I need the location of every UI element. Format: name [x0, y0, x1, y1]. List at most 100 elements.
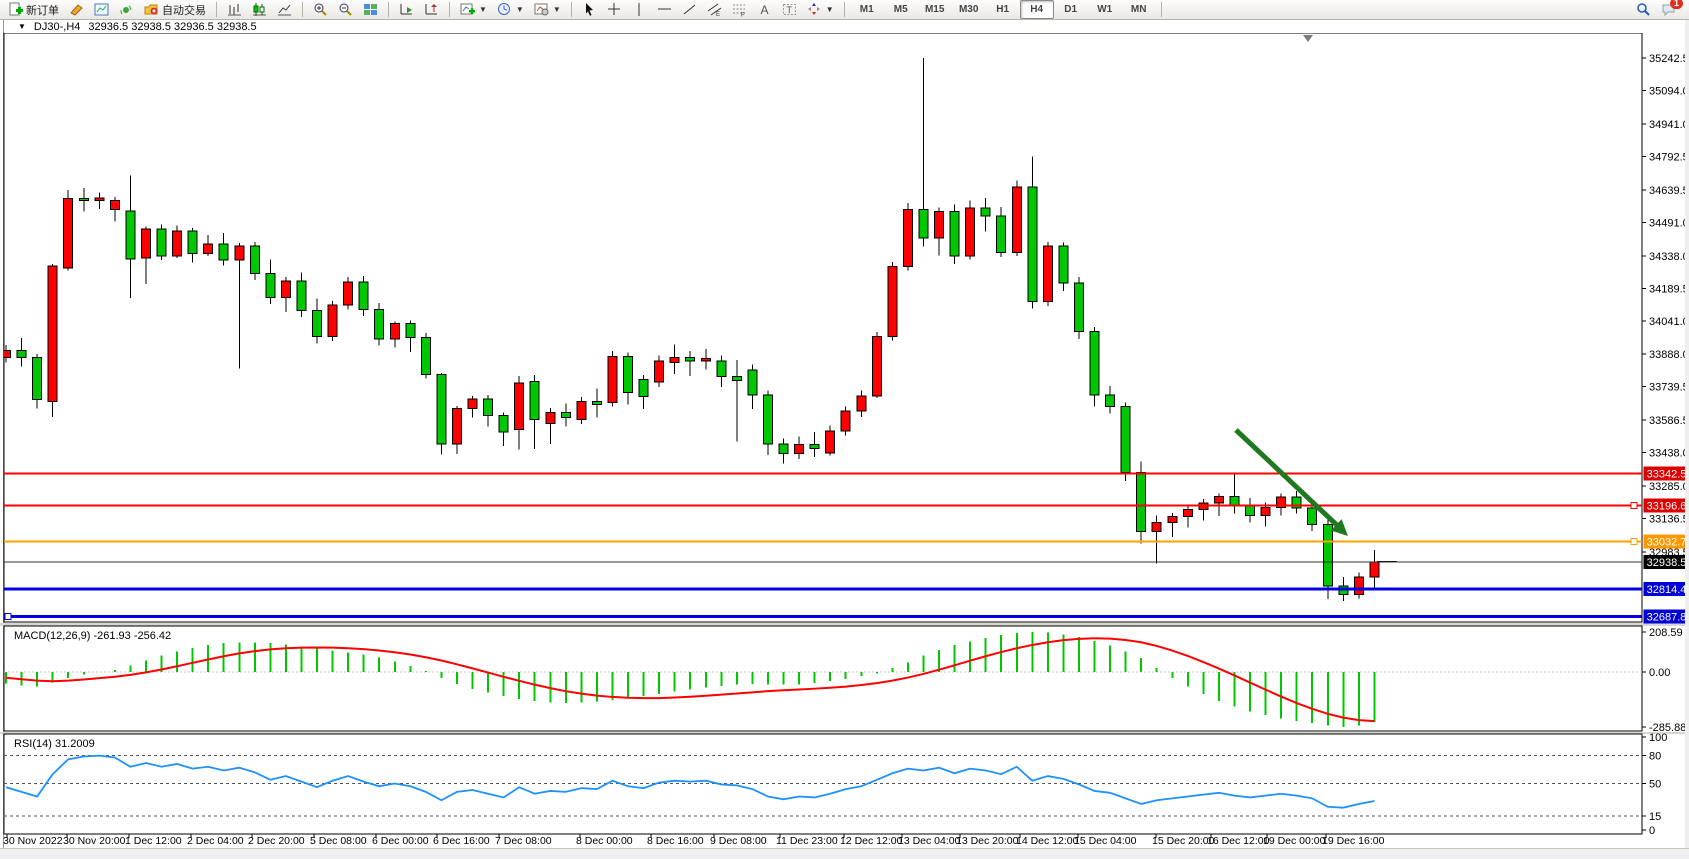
time-tick-label: 2 Dec 20:00: [248, 835, 305, 847]
macd-panel[interactable]: [4, 626, 1642, 731]
chat-button[interactable]: 1: [1656, 0, 1681, 19]
horizontal-line-button[interactable]: [652, 0, 677, 19]
tile-windows-button[interactable]: [358, 0, 383, 19]
bar-chart-button[interactable]: [222, 0, 247, 19]
dropdown-caret-icon[interactable]: ▼: [479, 5, 487, 14]
time-tick-label: 8 Dec 00:00: [576, 835, 633, 847]
candlestick-chart-button[interactable]: [247, 0, 272, 19]
trendline-button[interactable]: [677, 0, 702, 19]
timeframe-mn-button[interactable]: MN: [1122, 0, 1156, 19]
search-button[interactable]: [1631, 0, 1656, 19]
candle-body: [1137, 472, 1146, 531]
time-axis[interactable]: 30 Nov 202230 Nov 20:001 Dec 12:002 Dec …: [3, 834, 1385, 847]
candle-body: [157, 229, 166, 256]
candle: [841, 406, 850, 435]
arrows-tool-button[interactable]: ▼: [802, 0, 839, 19]
cursor-button[interactable]: [577, 0, 602, 19]
candle: [64, 190, 73, 271]
candle-body: [966, 208, 975, 256]
text-label-button[interactable]: T: [777, 0, 802, 19]
candle-body: [250, 246, 259, 273]
candle-body: [1183, 509, 1192, 516]
candle: [888, 262, 897, 341]
signal-button[interactable]: [114, 0, 139, 19]
crosshair-button[interactable]: [602, 0, 627, 19]
equidistant-channel-button[interactable]: E: [702, 0, 727, 19]
fibonacci-button[interactable]: F: [727, 0, 752, 19]
auto-scroll-button[interactable]: [394, 0, 419, 19]
indicators-button[interactable]: ▼: [455, 0, 492, 19]
fibonacci-icon: F: [732, 2, 747, 17]
templates-button[interactable]: ▼: [529, 0, 566, 19]
timeframe-m30-button[interactable]: M30: [952, 0, 986, 19]
timeframe-m5-button[interactable]: M5: [884, 0, 918, 19]
time-tick-label: 13 Dec 20:00: [956, 835, 1019, 847]
candle-body: [1292, 497, 1301, 508]
timeframe-m15-button[interactable]: M15: [918, 0, 952, 19]
dropdown-caret-icon[interactable]: ▼: [826, 5, 834, 14]
price-tick-label: 34941.0: [1649, 119, 1689, 131]
candle: [872, 332, 881, 398]
rsi-header-label: RSI(14) 31.2009: [14, 738, 95, 750]
timeframe-m1-button[interactable]: M1: [850, 0, 884, 19]
candle: [1012, 181, 1021, 256]
level-price-tag: 33032.7: [1644, 534, 1689, 548]
line-drag-handle[interactable]: [1631, 538, 1637, 544]
periods-button[interactable]: ▼: [492, 0, 529, 19]
price-tick-label: 34338.0: [1649, 251, 1689, 263]
candle-body: [2, 350, 11, 357]
candle-body: [624, 356, 633, 392]
chart-canvas[interactable]: 35242.535094.034941.034792.534639.534491…: [0, 0, 1689, 858]
candle-body: [235, 246, 244, 260]
chart-window-titlebar[interactable]: ▼ DJ30-,H4 32936.5 32938.5 32936.5 32938…: [4, 20, 1684, 33]
charts-window-button[interactable]: [89, 0, 114, 19]
dropdown-caret-icon[interactable]: ▼: [553, 5, 561, 14]
templates-icon: [534, 2, 549, 17]
price-tick-label: 34792.5: [1649, 151, 1689, 163]
chart-shift-button[interactable]: [419, 0, 444, 19]
candle-body: [981, 208, 990, 216]
candle-body: [592, 401, 601, 404]
price-axis[interactable]: 35242.535094.034941.034792.534639.534491…: [1642, 53, 1689, 559]
line-drag-handle[interactable]: [5, 614, 11, 620]
timeframe-h4-button[interactable]: H4: [1020, 0, 1054, 19]
chart-symbol-caret-icon[interactable]: ▼: [18, 22, 26, 31]
time-tick-label: 7 Dec 08:00: [495, 835, 552, 847]
new-order-button[interactable]: 新订单: [3, 0, 64, 19]
vertical-line-icon: [632, 2, 647, 17]
line-drag-handle[interactable]: [1631, 502, 1637, 508]
auto-trading-button[interactable]: 自动交易: [139, 0, 211, 19]
candle-body: [499, 415, 508, 432]
zoom-out-icon: [338, 2, 353, 17]
toolbar-separator: [388, 2, 389, 17]
candle-body: [344, 282, 353, 305]
candle-body: [79, 199, 88, 201]
signal-icon: [119, 2, 134, 17]
dropdown-caret-icon[interactable]: ▼: [516, 5, 524, 14]
zoom-in-button[interactable]: [308, 0, 333, 19]
timeframe-w1-button[interactable]: W1: [1088, 0, 1122, 19]
candle-body: [810, 444, 819, 448]
timeframe-h1-button[interactable]: H1: [986, 0, 1020, 19]
candle-body: [826, 431, 835, 453]
candle-body: [655, 361, 664, 382]
time-tick-label: 8 Dec 16:00: [647, 835, 704, 847]
zoom-out-button[interactable]: [333, 0, 358, 19]
chart-symbol-period: DJ30-,H4: [34, 21, 80, 33]
text-button[interactable]: A: [752, 0, 777, 19]
candle-body: [561, 412, 570, 417]
vertical-line-button[interactable]: [627, 0, 652, 19]
timeframe-d1-button[interactable]: D1: [1054, 0, 1088, 19]
main-price-panel[interactable]: [4, 33, 1642, 622]
time-tick-label: 6 Dec 16:00: [433, 835, 490, 847]
svg-text:F: F: [741, 13, 745, 18]
price-tick-label: 33739.5: [1649, 382, 1689, 394]
candle-body: [188, 231, 197, 254]
svg-text:A: A: [760, 3, 768, 17]
candle-body: [328, 305, 337, 336]
highlighter-button[interactable]: [64, 0, 89, 19]
line-chart-button[interactable]: [272, 0, 297, 19]
candle-body: [64, 199, 73, 268]
candle-body: [997, 216, 1006, 253]
candle-body: [888, 266, 897, 336]
